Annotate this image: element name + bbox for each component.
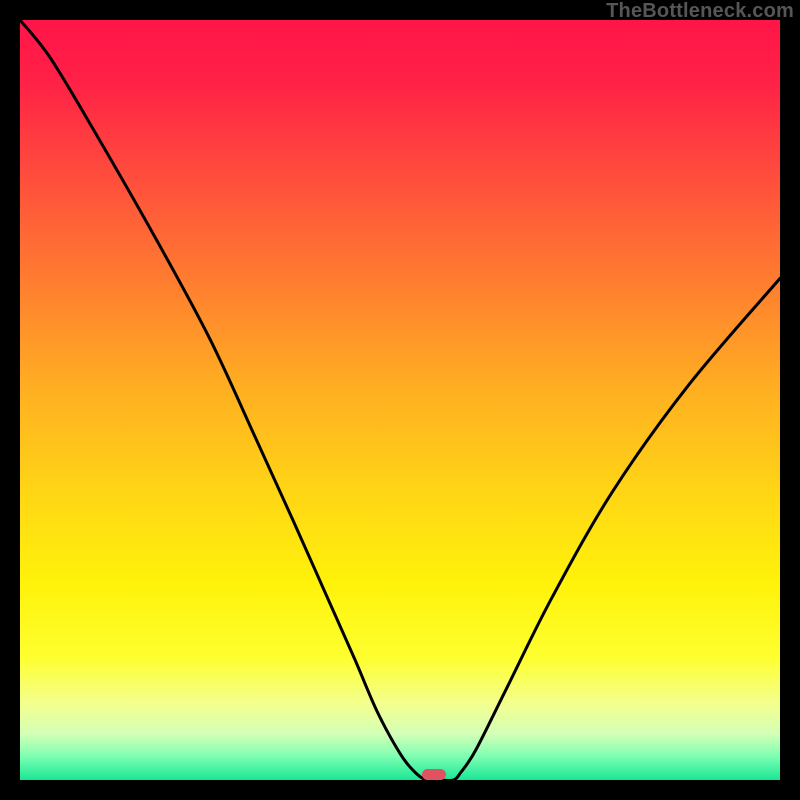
plot-area (20, 20, 780, 780)
optimum-marker (422, 769, 446, 780)
bottleneck-curve (20, 20, 780, 780)
chart-frame: TheBottleneck.com (0, 0, 800, 800)
